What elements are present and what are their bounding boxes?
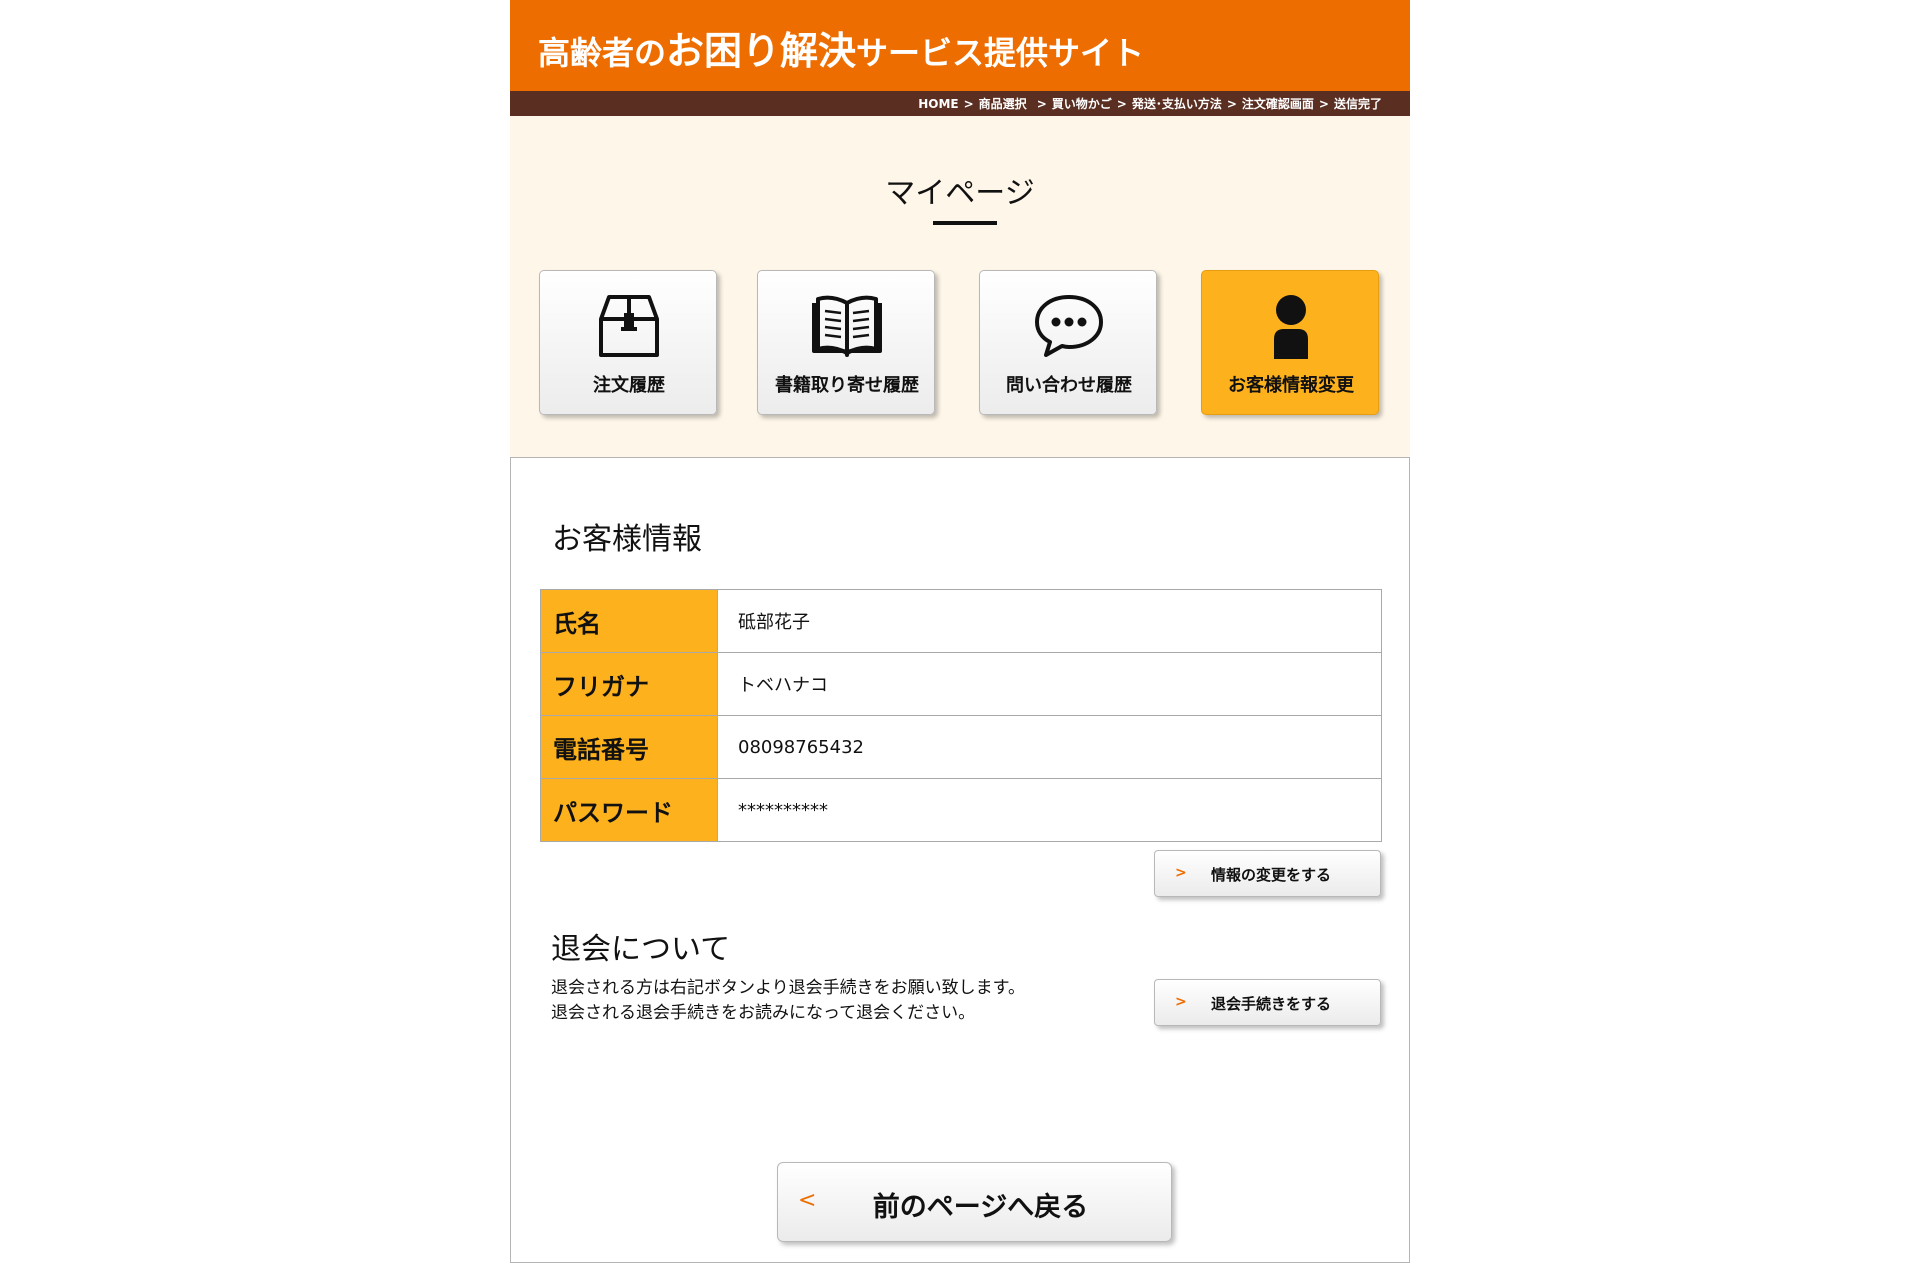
customer-info-change-label: お客様情報変更 (1228, 375, 1354, 396)
back-button-label: 前のページへ戻る (872, 1192, 1089, 1223)
customer-info-table: 氏名 砥部花子 フリガナ トベハナコ 電話番号 08098765432 パスワー… (540, 589, 1382, 842)
breadcrumb-item-product-select[interactable]: 商品選択 (979, 95, 1027, 112)
breadcrumb: HOME > 商品選択 > 買い物かご > 発送･支払い方法 > 注文確認画面 … (510, 91, 1410, 116)
customer-info-heading: お客様情報 (552, 522, 702, 557)
table-row: 氏名 砥部花子 (540, 589, 1382, 653)
breadcrumb-item-shipping-payment[interactable]: 発送･支払い方法 (1132, 95, 1222, 112)
inquiry-history-label: 問い合わせ履歴 (1006, 375, 1132, 396)
breadcrumb-separator: > (1036, 96, 1047, 111)
withdrawal-line-1: 退会される方は右記ボタンより退会手続きをお願い致します。 (551, 978, 1025, 998)
site-title[interactable]: 高齢者のお困り解決サービス提供サイト (538, 20, 1144, 75)
phone-label: 電話番号 (540, 715, 718, 779)
person-icon (1202, 291, 1380, 361)
withdrawal-button-label: 退会手続きをする (1211, 995, 1332, 1013)
back-button[interactable]: < 前のページへ戻る (777, 1162, 1172, 1242)
phone-value: 08098765432 (717, 715, 1382, 779)
open-book-icon (758, 291, 936, 361)
speech-bubble-icon (980, 291, 1158, 361)
breadcrumb-separator: > (963, 96, 974, 111)
breadcrumb-separator: > (1116, 96, 1127, 111)
withdrawal-description: 退会される方は右記ボタンより退会手続きをお願い致します。 退会される退会手続きを… (551, 976, 1025, 1026)
page: 高齢者のお困り解決サービス提供サイト HOME > 商品選択 > 買い物かご >… (510, 0, 1410, 1265)
furigana-value: トベハナコ (717, 652, 1382, 716)
order-history-button[interactable]: 注文履歴 (539, 270, 717, 415)
name-value: 砥部花子 (717, 589, 1382, 653)
table-row: パスワード ********** (540, 778, 1382, 842)
breadcrumb-item-home[interactable]: HOME (918, 97, 958, 111)
site-title-part2: お困り解決 (666, 29, 857, 73)
title-underline (933, 221, 997, 225)
password-value: ********** (717, 778, 1382, 842)
change-info-button-label: 情報の変更をする (1211, 866, 1332, 884)
withdrawal-button[interactable]: > 退会手続きをする (1154, 979, 1381, 1026)
breadcrumb-separator: > (1226, 96, 1237, 111)
customer-info-change-button[interactable]: お客様情報変更 (1201, 270, 1379, 415)
breadcrumb-item-order-confirm[interactable]: 注文確認画面 (1242, 95, 1314, 112)
breadcrumb-item-complete[interactable]: 送信完了 (1334, 95, 1382, 112)
order-history-label: 注文履歴 (593, 375, 665, 396)
breadcrumb-separator: > (1318, 96, 1329, 111)
site-title-part3: サービス提供サイト (856, 34, 1145, 72)
box-icon (540, 291, 718, 361)
withdrawal-line-2: 退会される退会手続きをお読みになって退会ください。 (551, 1003, 976, 1023)
furigana-label: フリガナ (540, 652, 718, 716)
table-row: 電話番号 08098765432 (540, 715, 1382, 779)
book-order-history-label: 書籍取り寄せ履歴 (775, 375, 919, 396)
name-label: 氏名 (540, 589, 718, 653)
chevron-right-icon: > (1175, 865, 1187, 881)
withdrawal-heading: 退会について (551, 932, 731, 967)
chevron-right-icon: > (1175, 994, 1187, 1010)
breadcrumb-item-cart[interactable]: 買い物かご (1052, 95, 1112, 112)
book-order-history-button[interactable]: 書籍取り寄せ履歴 (757, 270, 935, 415)
mypage-section: マイページ 注文履歴 書籍取り寄せ履歴 問い合わせ履歴 お客様情報変更 (510, 116, 1410, 457)
table-row: フリガナ トベハナコ (540, 652, 1382, 716)
customer-info-panel: お客様情報 氏名 砥部花子 フリガナ トベハナコ 電話番号 0809876543… (510, 457, 1410, 1263)
site-title-part1: 高齢者の (538, 34, 667, 72)
site-header: 高齢者のお困り解決サービス提供サイト (510, 0, 1410, 91)
page-title: マイページ (885, 176, 1035, 211)
change-info-button[interactable]: > 情報の変更をする (1154, 850, 1381, 897)
password-label: パスワード (540, 778, 718, 842)
inquiry-history-button[interactable]: 問い合わせ履歴 (979, 270, 1157, 415)
